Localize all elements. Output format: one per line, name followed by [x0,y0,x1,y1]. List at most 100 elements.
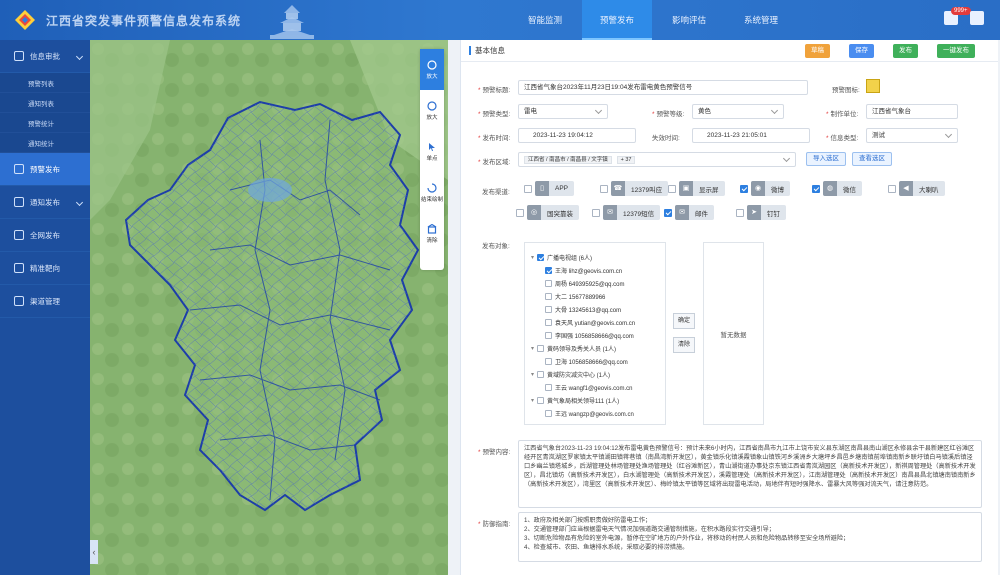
tree-leaf[interactable]: 王海 lihz@geovis.com.cn [531,264,665,277]
tree-checkbox[interactable] [545,267,552,274]
tree-group[interactable]: ▾ 黄码领导及秀关人员 (1人) [531,342,665,355]
sms-icon: ✉ [603,205,617,220]
channel-checkbox[interactable] [812,184,820,193]
channel-option[interactable]: ◍ 微信 [812,181,862,196]
chevron-down-icon [75,198,84,207]
tree-leaf[interactable]: 王云 wangf1@geovis.com.cn [531,381,665,394]
province-map[interactable] [90,40,448,575]
channel-checkbox[interactable] [600,184,608,193]
map-view[interactable] [90,40,448,575]
draft-button[interactable]: 草稿 [805,44,830,58]
channel-checkbox[interactable] [740,184,748,193]
channel-option[interactable]: ◎ 国突靠装 [516,205,579,220]
confirm-button[interactable]: 确定 [673,313,695,329]
channel-option[interactable]: ▣ 显示屏 [668,181,725,196]
channel-checkbox[interactable] [668,184,676,193]
title-field[interactable]: 江西省气象台2023年11月23日19:04发布雷电黄色预警信号 [518,80,808,95]
map-tool-clear[interactable]: 清除 [420,213,444,254]
channel-option[interactable]: ✉ 邮件 [664,205,714,220]
sidebar-subitem-notice-stats[interactable]: 通知统计 [0,133,90,153]
tree-checkbox[interactable] [537,371,544,378]
one-click-publish-button[interactable]: 一键发布 [937,44,975,58]
bell-icon [14,164,24,174]
tree-checkbox[interactable] [545,410,552,417]
user-icon[interactable] [970,11,984,25]
tree-group[interactable]: ▾ 黄气象局相关领导111 (1人) [531,394,665,407]
tree-checkbox[interactable] [545,280,552,287]
issue-time-field[interactable]: 2023-11-23 19:04:12 [518,128,636,143]
tree-checkbox[interactable] [545,319,552,326]
tree-leaf[interactable]: 卫海 1056858666@qq.com [531,355,665,368]
channel-checkbox[interactable] [888,184,896,193]
sidebar-item-network-publish[interactable]: 全网发布 [0,219,90,252]
channel-checkbox[interactable] [592,208,600,217]
channel-checkbox[interactable] [516,208,524,217]
tree-leaf[interactable]: 大骨 13245613@qq.com [531,303,665,316]
tree-checkbox[interactable] [537,397,544,404]
info-type-select[interactable]: 测试 [866,128,958,143]
area-tag: 江西省 / 南昌市 / 南昌县 / 文字镇 [524,156,612,164]
guide-textarea[interactable]: 1、政府及相关部门按照职责做好防雷电工作； 2、交通管理部门应当根据雷电天气情况… [518,512,982,562]
tree-group[interactable]: ▾ 广播电视组 (6人) [531,251,665,264]
map-tool-polygon[interactable]: 放大 [420,49,444,90]
clear-button[interactable]: 清除 [673,337,695,353]
unit-field[interactable]: 江西省气象台 [866,104,958,119]
channel-checkbox[interactable] [524,184,532,193]
channel-label: 显示屏 [699,186,719,194]
collapse-sidebar-button[interactable]: ‹ [90,540,98,564]
map-tool-label: 结束绘制 [420,196,443,203]
tree-group[interactable]: ▾ 黄域防灾减灾中心 (1人) [531,368,665,381]
sidebar-item-approval[interactable]: 信息审批 [0,40,90,73]
tree-checkbox[interactable] [545,332,552,339]
sidebar-subitem-notice-list[interactable]: 通知列表 [0,93,90,113]
tree-checkbox[interactable] [537,345,544,352]
tree-checkbox[interactable] [545,384,552,391]
level-select[interactable]: 黄色 [692,104,784,119]
nav-system-management[interactable]: 系统管理 [726,0,796,40]
channel-option[interactable]: ▯ APP [524,181,575,196]
tree-leaf[interactable]: 大二 15677889966 [531,290,665,303]
sidebar-item-notice-publish[interactable]: 通知发布 [0,186,90,219]
nav-warning-publish[interactable]: 预警发布 [582,0,652,40]
channel-option[interactable]: ☎ 12379叫应 [600,181,669,196]
import-area-button[interactable]: 导入选区 [806,152,846,166]
tree-label: 黄码领导及秀关人员 (1人) [547,347,617,353]
map-tool-zoom[interactable]: 放大 [420,90,444,131]
sidebar-subitem-warning-list[interactable]: 预警列表 [0,73,90,93]
channel-option[interactable]: ◉ 微博 [740,181,790,196]
area-more-tag: + 37 [616,156,636,164]
tree-checkbox[interactable] [537,254,544,261]
nav-smart-monitor[interactable]: 智能监测 [510,0,580,40]
save-button[interactable]: 保存 [849,44,874,58]
expire-time-field[interactable]: 2023-11-23 21:05:01 [692,128,810,143]
channel-option[interactable]: ➤ 钉钉 [736,205,786,220]
map-tool-single-point[interactable]: 单点 [420,131,444,172]
area-label: * 发布区域: [478,159,511,166]
sidebar-item-channel-management[interactable]: 渠道管理 [0,285,90,318]
view-area-button[interactable]: 查看选区 [852,152,892,166]
publish-button[interactable]: 发布 [893,44,918,58]
channel-option[interactable]: ✉ 12379短信 [592,205,661,220]
clear-icon [427,223,437,234]
top-bar: 江西省突发事件预警信息发布系统 智能监测 预警发布 影响评估 系统管理 999+ [0,0,1000,40]
type-select[interactable]: 雷电 [518,104,608,119]
map-tool-end-draw[interactable]: 结束绘制 [420,172,444,213]
sidebar-subitem-warning-stats[interactable]: 预警统计 [0,113,90,133]
tree-checkbox[interactable] [545,293,552,300]
user-icon [14,51,24,61]
channel-checkbox[interactable] [664,208,672,217]
chat-bubble-icon [427,59,437,70]
channel-checkbox[interactable] [736,208,744,217]
area-select[interactable]: 江西省 / 南昌市 / 南昌县 / 文字镇 + 37 [518,152,796,167]
tree-checkbox[interactable] [545,358,552,365]
content-textarea[interactable]: 江西省气象台2023-11-23 19:04:12发布雷电黄色预警信号：预计未来… [518,440,982,508]
nav-impact-assessment[interactable]: 影响评估 [654,0,724,40]
tree-checkbox[interactable] [545,306,552,313]
channel-option[interactable]: ◀ 大喇叭 [888,181,945,196]
sidebar-item-precise-target[interactable]: 精准靶向 [0,252,90,285]
tree-leaf[interactable]: 王远 wangzp@geovis.com.cn [531,407,665,420]
tree-leaf[interactable]: 李国强 1056858666@qq.com [531,329,665,342]
sidebar-item-warning-publish[interactable]: 预警发布 [0,153,90,186]
tree-leaf[interactable]: 周杨 649395925@qq.com [531,277,665,290]
tree-leaf[interactable]: 袁天风 yutian@geovis.com.cn [531,316,665,329]
